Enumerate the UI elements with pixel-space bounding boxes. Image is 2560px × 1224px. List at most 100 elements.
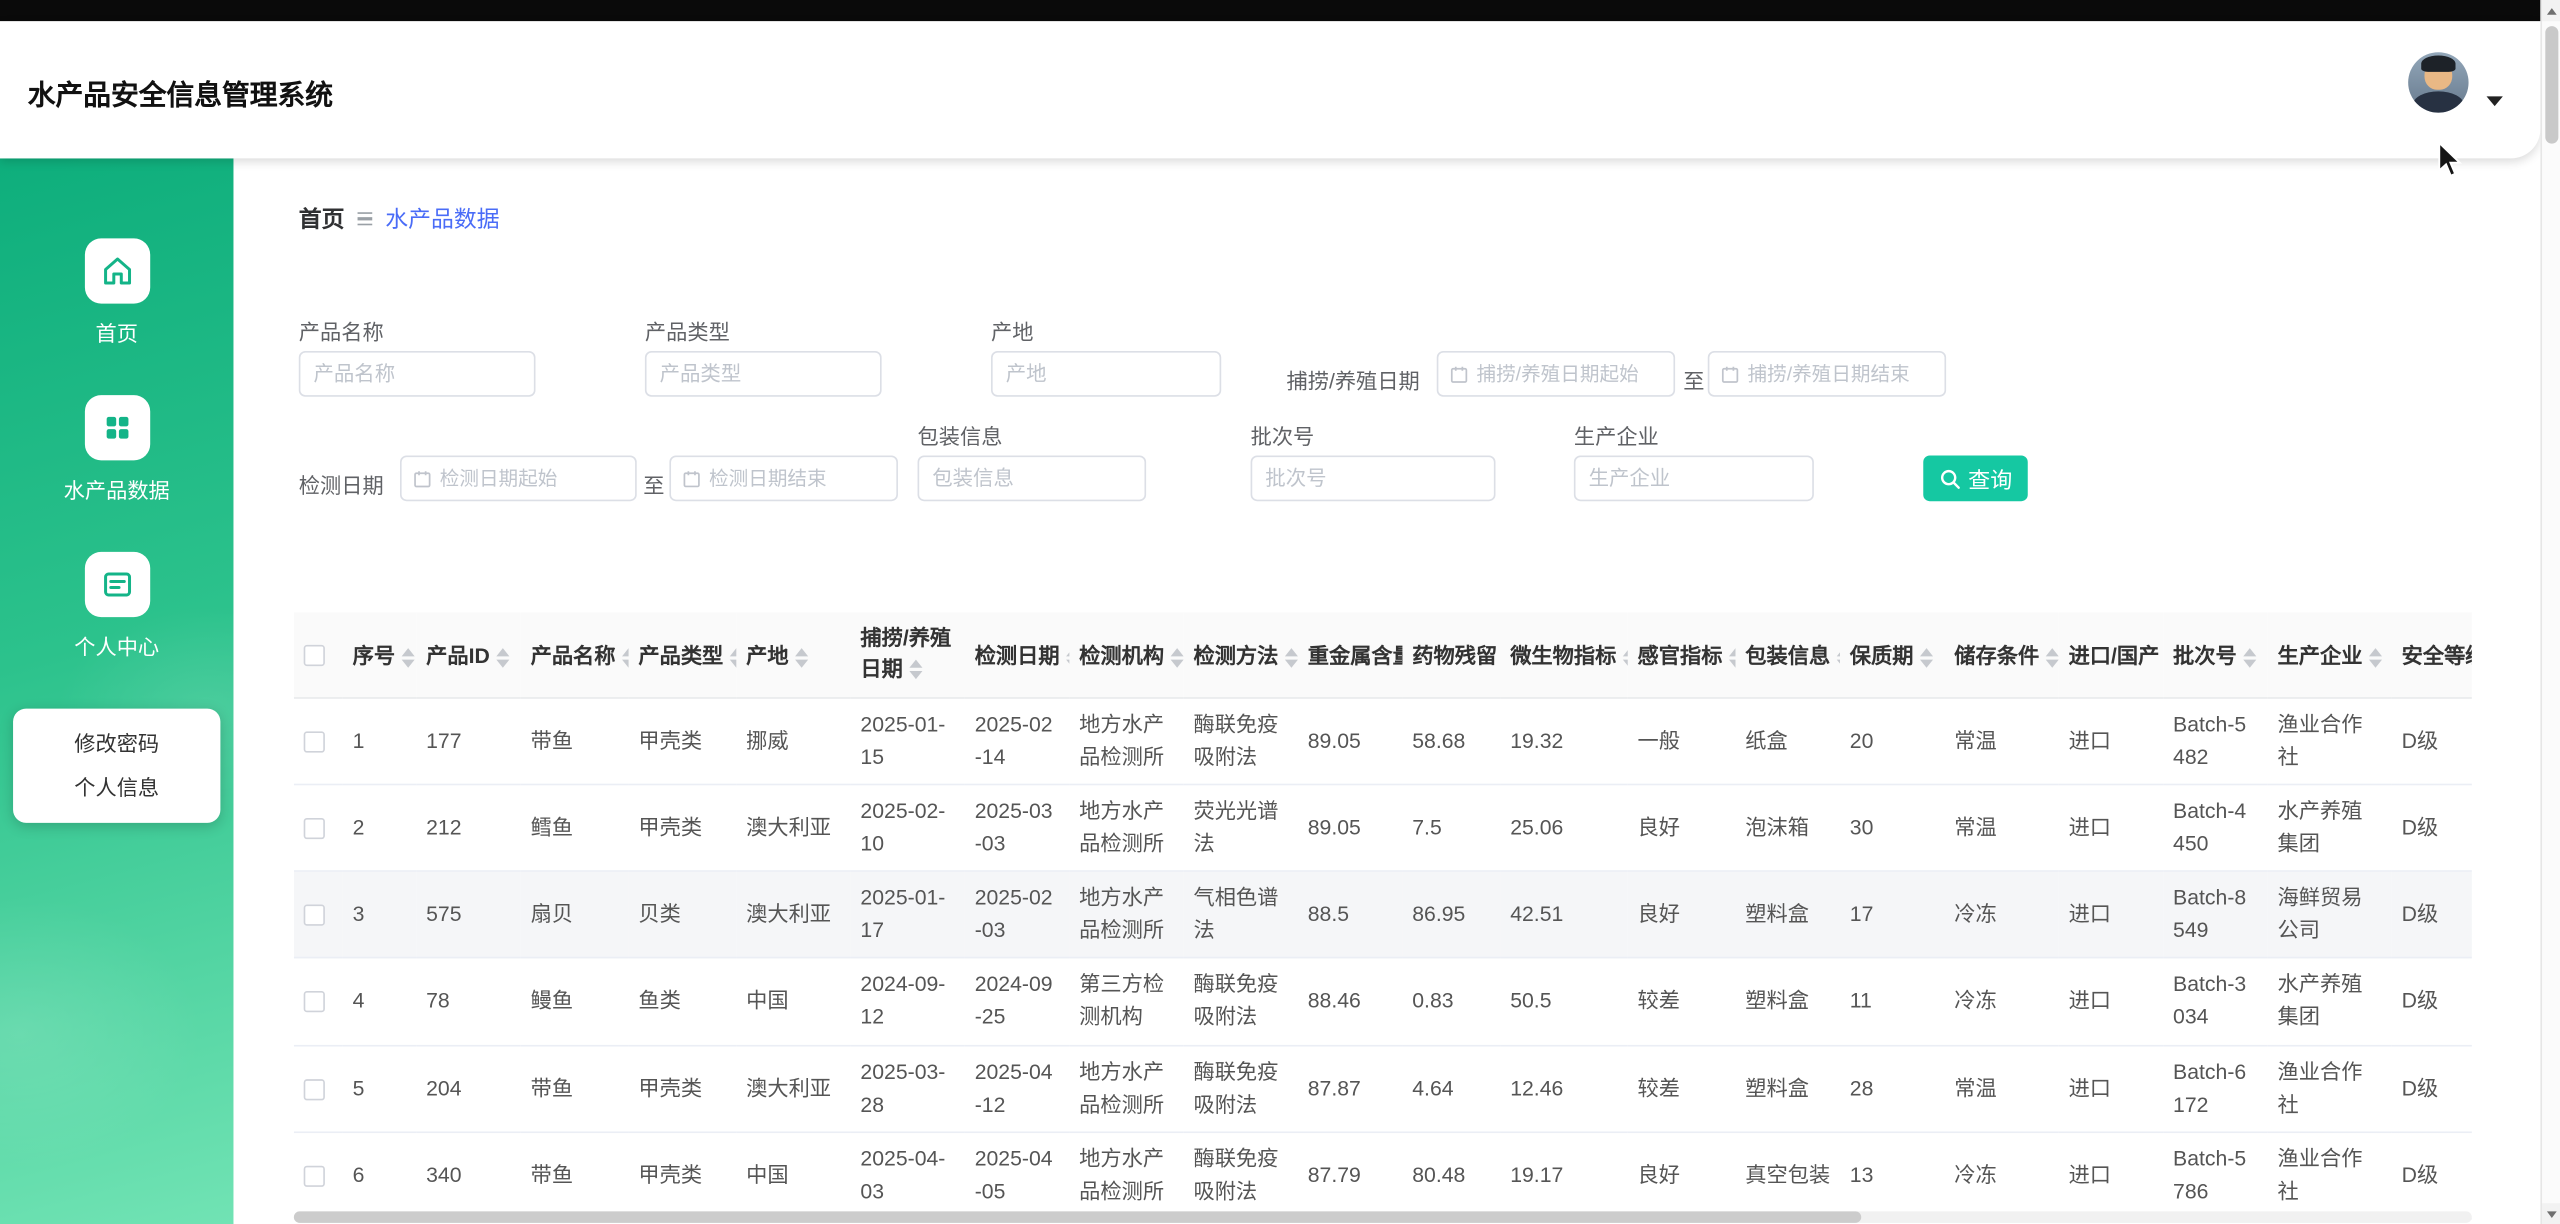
column-header-label: 重金属含量 [1308,644,1403,668]
catch-date-start-field[interactable] [1437,351,1675,397]
table-cell: 2025-01-15 [851,697,965,784]
column-header-16[interactable]: 进口/国产 [2059,612,2163,697]
catch-date-start-input[interactable] [1477,362,1663,385]
test-date-start-field[interactable] [400,456,637,502]
row-checkbox[interactable] [304,818,325,839]
sort-icon[interactable] [909,660,922,680]
sidebar-item-label: 水产品数据 [0,473,233,504]
row-checkbox[interactable] [304,905,325,926]
catch-date-end-field[interactable] [1708,351,1946,397]
row-checkbox[interactable] [304,1166,325,1187]
user-menu-caret-icon[interactable] [2487,96,2503,106]
search-button[interactable]: 查询 [1923,456,2027,502]
column-header-3[interactable]: 产品类型 [629,612,737,697]
sort-icon[interactable] [2369,648,2382,668]
product-type-input[interactable] [645,351,882,397]
sort-icon[interactable] [795,648,808,668]
vertical-scrollbar[interactable] [2540,0,2560,1224]
column-header-15[interactable]: 储存条件 [1944,612,2058,697]
column-header-19[interactable]: 安全等级 [2392,612,2472,697]
column-header-4[interactable]: 产地 [736,612,850,697]
batch-no-input[interactable] [1251,456,1496,502]
table-cell: 中国 [736,958,850,1045]
table-cell: D级 [2392,958,2472,1045]
sort-icon[interactable] [1837,648,1840,668]
column-header-11[interactable]: 微生物指标 [1500,612,1627,697]
table-cell: 地方水产品检测所 [1069,1132,1183,1219]
test-date-end-field[interactable] [669,456,898,502]
sidebar-item-profile[interactable]: 个人中心 [0,552,233,661]
row-checkbox[interactable] [304,731,325,752]
origin-label: 产地 [991,315,1033,346]
table-cell: 2025-02-14 [965,697,1069,784]
origin-input[interactable] [991,351,1221,397]
table-cell: 塑料盒 [1736,958,1840,1045]
sort-icon[interactable] [402,648,415,668]
test-date-end-input[interactable] [709,467,885,490]
row-checkbox[interactable] [304,992,325,1013]
column-header-2[interactable]: 产品名称 [521,612,629,697]
vertical-scrollbar-thumb[interactable] [2545,26,2558,144]
product-name-input[interactable] [299,351,536,397]
sort-icon[interactable] [496,648,509,668]
avatar-hair [2421,56,2455,72]
column-header-1[interactable]: 产品ID [416,612,520,697]
table-cell: 酶联免疫吸附法 [1184,1132,1298,1219]
column-header-5[interactable]: 捕捞/养殖日期 [851,612,965,697]
sidebar-item-aquatic-data[interactable]: 水产品数据 [0,395,233,504]
table-cell: 地方水产品检测所 [1069,784,1183,871]
column-header-7[interactable]: 检测机构 [1069,612,1183,697]
manufacturer-input[interactable] [1574,456,1814,502]
table-cell: 进口 [2059,784,2163,871]
column-header-18[interactable]: 生产企业 [2268,612,2392,697]
breadcrumb-current[interactable]: 水产品数据 [385,202,499,235]
test-date-start-input[interactable] [440,467,624,490]
column-header-label: 安全等级 [2402,644,2472,668]
submenu-item-change-password[interactable]: 修改密码 [13,722,220,766]
column-header-13[interactable]: 包装信息 [1736,612,1840,697]
scroll-down-button[interactable] [2542,1203,2560,1224]
column-header-label: 检测机构 [1079,644,1164,668]
table-cell: 甲壳类 [629,697,737,784]
column-header-12[interactable]: 感官指标 [1628,612,1736,697]
sort-icon[interactable] [622,648,629,668]
column-header-label: 储存条件 [1954,644,2039,668]
column-header-14[interactable]: 保质期 [1840,612,1944,697]
user-avatar[interactable] [2408,52,2468,112]
sort-icon[interactable] [2243,648,2256,668]
table-cell: 鳕鱼 [521,784,629,871]
column-header-0[interactable]: 序号 [343,612,416,697]
table-cell: 酶联免疫吸附法 [1184,697,1298,784]
sort-icon[interactable] [1623,648,1628,668]
sort-icon[interactable] [730,648,737,668]
horizontal-scrollbar[interactable] [294,1211,2472,1222]
table-cell: 42.51 [1500,871,1627,958]
table-cell: 酶联免疫吸附法 [1184,1045,1298,1132]
horizontal-scrollbar-thumb[interactable] [294,1211,1862,1222]
sidebar-item-home[interactable]: 首页 [0,238,233,347]
column-header-10[interactable]: 药物残留 [1402,612,1500,697]
sort-icon[interactable] [2046,648,2059,668]
sort-icon[interactable] [1066,648,1069,668]
breadcrumb-home[interactable]: 首页 [299,202,345,235]
catch-date-end-input[interactable] [1748,362,1934,385]
column-header-label: 产品ID [426,644,490,668]
column-header-9[interactable]: 重金属含量 [1298,612,1402,697]
submenu-item-personal-info[interactable]: 个人信息 [13,766,220,810]
column-header-6[interactable]: 检测日期 [965,612,1069,697]
sort-icon[interactable] [1171,648,1184,668]
select-all-checkbox[interactable] [304,645,325,666]
sort-icon[interactable] [1285,648,1298,668]
row-checkbox[interactable] [304,1079,325,1100]
table-cell: 甲壳类 [629,1132,737,1219]
column-header-17[interactable]: 批次号 [2163,612,2267,697]
sort-icon[interactable] [1729,648,1736,668]
packaging-input[interactable] [918,456,1147,502]
column-header-8[interactable]: 检测方法 [1184,612,1298,697]
table-row: 1177带鱼甲壳类挪威2025-01-152025-02-14地方水产品检测所酶… [294,697,2472,784]
sort-icon[interactable] [1920,648,1933,668]
table-cell: 13 [1840,1132,1944,1219]
sidebar-item-label: 首页 [0,317,233,348]
table-cell: 较差 [1628,958,1736,1045]
scroll-up-button[interactable] [2542,0,2560,21]
